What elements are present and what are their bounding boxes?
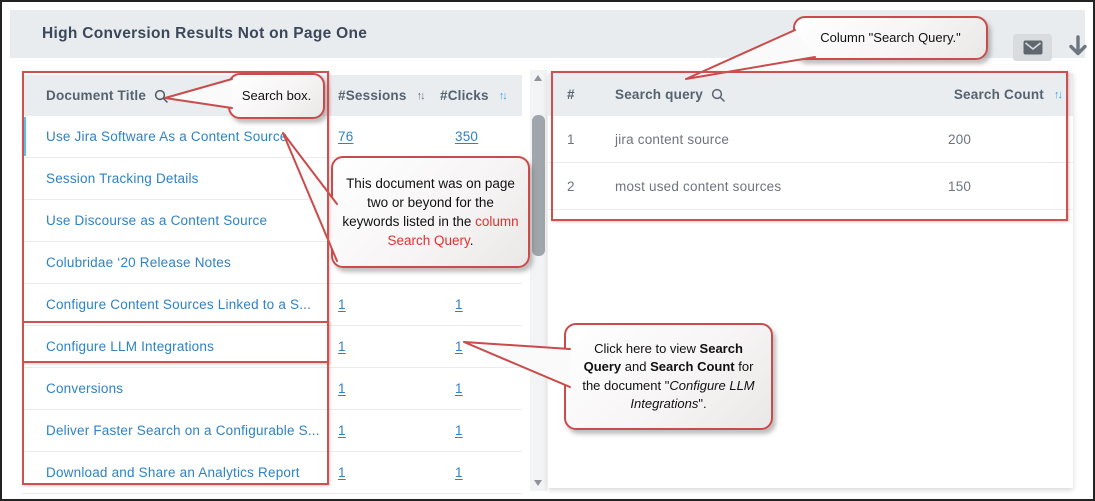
email-button[interactable] <box>1013 34 1052 61</box>
search-query-header: # Search query Search Count ↑↓ <box>548 73 1073 116</box>
clicks-value-link[interactable]: 350 <box>455 129 478 144</box>
search-icon[interactable] <box>711 88 725 102</box>
document-link[interactable]: Configure Content Sources Linked to a S.… <box>22 297 330 312</box>
clicks-value-link[interactable]: 1 <box>455 423 463 438</box>
sessions-value-link[interactable]: 1 <box>338 297 346 312</box>
download-icon <box>1066 34 1090 62</box>
download-button[interactable] <box>1059 31 1095 64</box>
query-text: jira content source <box>596 132 901 147</box>
sessions-value-link[interactable]: 1 <box>338 381 346 396</box>
document-link[interactable]: Configure LLM Integrations <box>22 339 330 354</box>
document-link[interactable]: Deliver Faster Search on a Configurable … <box>22 423 330 438</box>
sort-icon-sessions[interactable]: ↑↓ <box>417 90 424 102</box>
document-title-label: Document Title <box>46 88 146 103</box>
sessions-value-link[interactable]: 1 <box>338 465 346 480</box>
scroll-up-arrow-icon[interactable] <box>534 75 542 81</box>
callout-click-here-note: Click here to view Search Query and Sear… <box>564 323 773 430</box>
query-row: 2 most used content sources 150 <box>548 163 1073 210</box>
column-header-search-query[interactable]: Search query <box>596 87 901 102</box>
callout-text: This document was on page two or beyond … <box>341 174 520 251</box>
table-row: Download and Share an Analytics Report 1… <box>22 452 522 494</box>
search-query-label: Search query <box>615 87 703 102</box>
table-row: Configure Content Sources Linked to a S.… <box>22 284 522 326</box>
sessions-value-link[interactable]: 1 <box>338 423 346 438</box>
document-link[interactable]: Download and Share an Analytics Report <box>22 465 330 480</box>
callout-column-search-query: Column "Search Query." <box>793 16 988 60</box>
clicks-value-link[interactable]: 1 <box>455 381 463 396</box>
column-header-clicks[interactable]: #Clicks ↑↓ <box>430 88 522 103</box>
column-header-index: # <box>548 87 596 102</box>
vertical-scrollbar[interactable] <box>530 70 547 491</box>
scroll-down-arrow-icon[interactable] <box>534 480 542 486</box>
document-link[interactable]: Use Discourse as a Content Source <box>22 213 330 228</box>
sessions-value-link[interactable]: 1 <box>338 339 346 354</box>
document-link[interactable]: Colubridae ‘20 Release Notes <box>22 255 330 270</box>
query-count: 150 <box>901 179 1073 194</box>
callout-text: Column "Search Query." <box>820 29 961 47</box>
selected-row-indicator <box>22 117 26 156</box>
page-title: High Conversion Results Not on Page One <box>42 10 367 58</box>
search-icon[interactable] <box>154 89 168 103</box>
analytics-widget-window: High Conversion Results Not on Page One … <box>0 0 1095 501</box>
sort-icon-clicks[interactable]: ↑↓ <box>499 90 506 102</box>
document-link[interactable]: Conversions <box>22 381 330 396</box>
document-link[interactable]: Session Tracking Details <box>22 171 330 186</box>
documents-table: Document Title #Sessions ↑↓ #Clicks ↑↓ U… <box>22 75 522 494</box>
sessions-value-link[interactable]: 76 <box>338 129 353 144</box>
callout-text: Search box. <box>242 87 311 105</box>
table-row-configure-llm: Configure LLM Integrations 1 1 <box>22 326 522 368</box>
query-index: 2 <box>548 179 596 194</box>
search-count-label: Search Count <box>954 87 1044 102</box>
clicks-value-link[interactable]: 1 <box>455 465 463 480</box>
sort-icon-search-count[interactable]: ↑↓ <box>1054 89 1061 101</box>
table-row: Deliver Faster Search on a Configurable … <box>22 410 522 452</box>
callout-text: Click here to view Search Query and Sear… <box>574 340 763 414</box>
query-index: 1 <box>548 132 596 147</box>
document-link[interactable]: Use Jira Software As a Content Source <box>22 129 330 144</box>
table-row: Conversions 1 1 <box>22 368 522 410</box>
column-header-search-count[interactable]: Search Count ↑↓ <box>901 87 1073 102</box>
clicks-label: #Clicks <box>440 88 489 103</box>
scrollbar-thumb[interactable] <box>532 115 545 256</box>
callout-search-box: Search box. <box>228 73 325 119</box>
query-row: 1 jira content source 200 <box>548 116 1073 163</box>
sessions-label: #Sessions <box>338 88 407 103</box>
query-count: 200 <box>901 132 1073 147</box>
email-icon <box>1023 40 1043 55</box>
table-row: Use Jira Software As a Content Source 76… <box>22 116 522 158</box>
clicks-value-link[interactable]: 1 <box>455 339 463 354</box>
column-header-sessions[interactable]: #Sessions ↑↓ <box>330 88 430 103</box>
clicks-value-link[interactable]: 1 <box>455 297 463 312</box>
callout-page-two-note: This document was on page two or beyond … <box>331 156 530 268</box>
query-text: most used content sources <box>596 179 901 194</box>
